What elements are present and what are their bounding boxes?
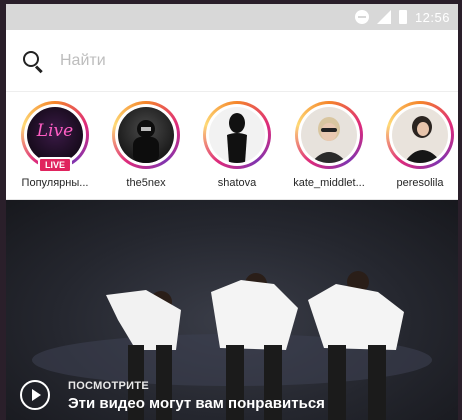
story-label: shatova xyxy=(217,177,257,189)
avatar-figure xyxy=(133,120,159,163)
avatar xyxy=(209,107,265,163)
video-title[interactable]: Эти видео могут вам понравиться xyxy=(68,395,325,412)
avatar: Live xyxy=(27,107,83,163)
story-popular-live[interactable]: Live LIVE Популярны... xyxy=(10,101,100,189)
story-ring xyxy=(295,101,363,169)
story-kate-middleton[interactable]: kate_middlet... xyxy=(284,101,374,189)
avatar xyxy=(301,107,357,163)
avatar-figure xyxy=(227,113,247,163)
story-ring xyxy=(203,101,271,169)
avatar-figure xyxy=(311,117,347,163)
search-icon[interactable] xyxy=(22,50,44,72)
avatar xyxy=(118,107,174,163)
do-not-disturb-icon xyxy=(354,10,369,24)
search-bar[interactable] xyxy=(6,30,458,92)
story-the5nex[interactable]: the5nex xyxy=(101,101,191,189)
signal-icon xyxy=(376,10,391,24)
video-kicker: ПОСМОТРИТЕ xyxy=(68,380,149,392)
stories-tray: Live LIVE Популярны... the5nex shatova k… xyxy=(6,93,458,200)
app-screen: 12:56 Live LIVE Популярны... xyxy=(6,4,458,420)
avatar xyxy=(392,107,448,163)
story-label: Популярны... xyxy=(21,177,89,189)
story-label: the5nex xyxy=(126,177,166,189)
status-time: 12:56 xyxy=(414,9,450,25)
live-badge: LIVE xyxy=(37,157,73,173)
status-bar: 12:56 xyxy=(6,4,458,30)
story-ring xyxy=(112,101,180,169)
search-input[interactable] xyxy=(58,50,362,71)
story-shatova[interactable]: shatova xyxy=(192,101,282,189)
story-label: kate_middlet... xyxy=(293,177,365,189)
suggested-video[interactable]: ПОСМОТРИТЕ Эти видео могут вам понравить… xyxy=(6,200,458,420)
battery-icon xyxy=(398,10,407,24)
avatar-figure xyxy=(404,116,442,163)
play-icon[interactable] xyxy=(20,380,50,410)
story-label: peresolila xyxy=(396,177,444,189)
live-cover-text: Live xyxy=(36,121,74,141)
story-ring xyxy=(386,101,454,169)
story-peresolila[interactable]: peresolila xyxy=(375,101,458,189)
